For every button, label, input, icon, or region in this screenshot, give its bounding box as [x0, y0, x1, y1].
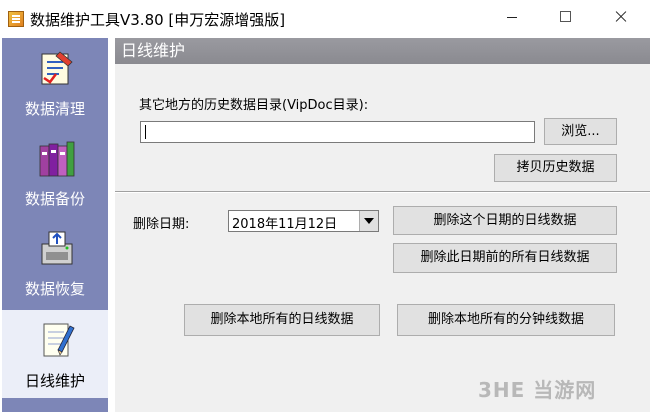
delete-date-label: 删除日期:: [133, 217, 190, 232]
sidebar-item-data-backup[interactable]: 数据备份: [2, 128, 108, 216]
divider: [115, 191, 650, 193]
history-dir-label: 其它地方的历史数据目录(VipDoc目录):: [139, 98, 369, 113]
app-icon: [8, 11, 24, 27]
chevron-down-icon[interactable]: [359, 211, 378, 231]
sidebar: 数据清理 数据备份 数据恢复 日线维护: [2, 38, 108, 412]
watermark: 3HE 当游网: [478, 378, 597, 402]
sidebar-item-label: 日线维护: [24, 372, 85, 390]
panel-header: 日线维护: [115, 38, 650, 64]
sidebar-item-label: 数据清理: [24, 100, 85, 118]
close-button[interactable]: [598, 0, 644, 34]
delete-all-minute-button[interactable]: 删除本地所有的分钟线数据: [397, 304, 615, 336]
book-stack-icon: [39, 141, 75, 177]
delete-this-date-button[interactable]: 删除这个日期的日线数据: [393, 206, 617, 235]
copy-history-button[interactable]: 拷贝历史数据: [494, 154, 617, 182]
delete-date-picker[interactable]: 2018年11月12日: [228, 210, 379, 232]
checklist-paper-icon: [41, 51, 73, 85]
sidebar-item-label: 数据恢复: [24, 280, 85, 298]
delete-all-daily-button[interactable]: 删除本地所有的日线数据: [184, 304, 380, 336]
title-bar: 数据维护工具V3.80 [申万宏源增强版]: [0, 0, 650, 38]
sidebar-item-label: 数据备份: [24, 190, 85, 208]
maximize-button[interactable]: [543, 0, 589, 34]
main-panel: 日线维护 其它地方的历史数据目录(VipDoc目录): 浏览... 拷贝历史数据…: [115, 38, 650, 412]
window-title: 数据维护工具V3.80 [申万宏源增强版]: [30, 11, 286, 29]
sidebar-item-daily-maintenance[interactable]: 日线维护: [2, 310, 108, 398]
pencil-notepad-icon: [43, 323, 75, 357]
history-dir-input[interactable]: [140, 121, 535, 143]
disk-restore-icon: [41, 231, 73, 265]
text-caret: [145, 125, 146, 139]
sidebar-item-data-cleanup[interactable]: 数据清理: [2, 38, 108, 126]
browse-button[interactable]: 浏览...: [544, 118, 617, 145]
minimize-button[interactable]: [489, 0, 535, 34]
delete-before-date-button[interactable]: 删除此日期前的所有日线数据: [393, 243, 617, 273]
sidebar-item-data-restore[interactable]: 数据恢复: [2, 218, 108, 306]
delete-date-value: 2018年11月12日: [232, 217, 338, 232]
